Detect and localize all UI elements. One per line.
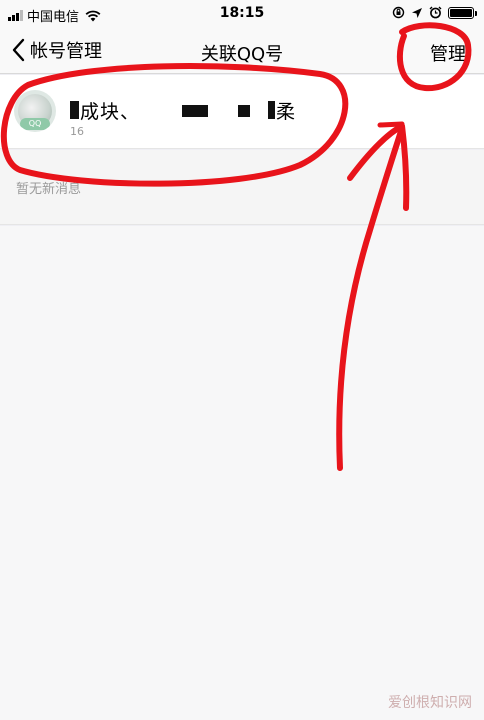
account-number: 16 <box>70 125 84 138</box>
redaction-block <box>70 101 79 119</box>
redaction-block <box>182 105 208 117</box>
manage-button[interactable]: 管理 <box>430 40 466 66</box>
status-right <box>392 6 477 19</box>
linked-account-row[interactable]: QQ 成块、 柔 16 <box>0 75 484 149</box>
location-icon <box>412 7 422 18</box>
account-name-part-a: 成块、 <box>80 101 141 123</box>
alarm-icon <box>429 6 442 19</box>
status-bar: 中国电信 18:15 <box>0 0 484 28</box>
watermark: 爱创根知识网 <box>388 695 472 711</box>
avatar-badge: QQ <box>20 118 50 130</box>
account-name: 成块、 柔 <box>70 97 295 124</box>
avatar: QQ <box>14 90 56 132</box>
battery-icon <box>448 6 477 19</box>
chevron-left-icon <box>12 38 25 62</box>
account-name-part-b: 柔 <box>276 101 297 123</box>
lock-rotation-icon <box>392 6 405 19</box>
nav-bar: 帐号管理 关联QQ号 管理 <box>0 28 484 74</box>
battery-fill <box>450 8 472 17</box>
redaction-block <box>238 105 250 117</box>
redaction-block <box>268 101 275 119</box>
empty-message: 暂无新消息 <box>16 182 82 197</box>
back-label: 帐号管理 <box>30 41 102 62</box>
content-area <box>0 226 484 720</box>
back-button[interactable]: 帐号管理 <box>10 37 102 63</box>
message-section: 暂无新消息 <box>0 150 484 225</box>
